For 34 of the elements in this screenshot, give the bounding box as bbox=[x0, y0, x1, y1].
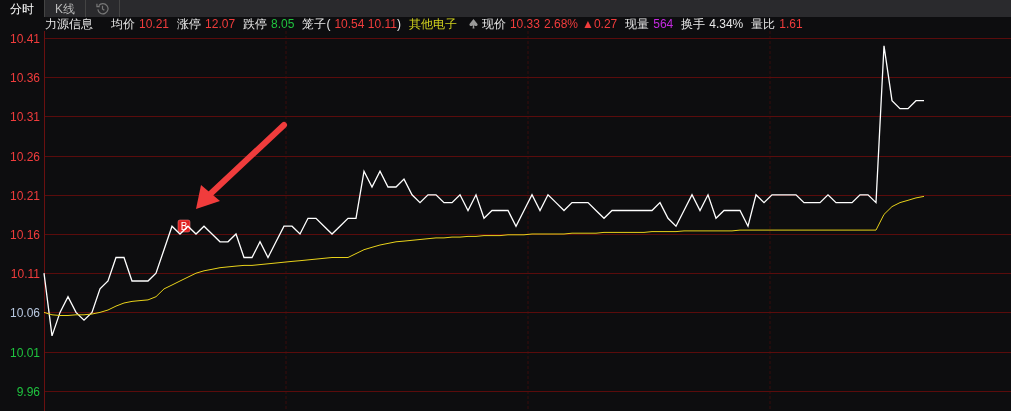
tab[interactable]: 分时 bbox=[0, 0, 45, 17]
field-label: 均价 bbox=[111, 16, 135, 33]
history-icon bbox=[96, 2, 109, 15]
field-value: 10.54 10.11 bbox=[334, 16, 397, 33]
axis-label: 10.31 bbox=[9, 109, 40, 124]
axis-label: 10.01 bbox=[9, 345, 40, 360]
field-value: 2.68% bbox=[543, 16, 578, 33]
axis-label: 10.06 bbox=[9, 305, 40, 320]
field-label: 现价 bbox=[481, 16, 506, 33]
field-value: 10.21 bbox=[139, 16, 170, 33]
field-label: 跌停 bbox=[243, 16, 268, 33]
field-label: 涨停 bbox=[177, 16, 202, 33]
field-value: 12.07 bbox=[205, 16, 236, 33]
field-label: 笼子( bbox=[302, 16, 331, 33]
field-label: 换手 bbox=[681, 16, 706, 33]
axis-label: 10.26 bbox=[9, 149, 40, 164]
field-value: 1.61 bbox=[779, 16, 803, 33]
field-label: 量比 bbox=[751, 16, 776, 33]
axis-label: 10.36 bbox=[9, 70, 40, 85]
axis-label: 10.16 bbox=[9, 227, 40, 242]
field-value: 10.33 bbox=[509, 16, 540, 33]
axis-label: 10.41 bbox=[9, 31, 40, 46]
field-value: 8.05 bbox=[271, 16, 295, 33]
field-label: 现量 bbox=[625, 16, 650, 33]
bracket-text: ) bbox=[396, 16, 401, 33]
stock-name: 力源信息 bbox=[45, 16, 93, 33]
axis-label: 10.21 bbox=[9, 188, 40, 203]
field-value: 4.34% bbox=[709, 16, 744, 33]
field-value: ▲0.27 bbox=[582, 16, 618, 33]
field-value: 564 bbox=[653, 16, 674, 33]
sector-name: 其他电子 bbox=[408, 16, 457, 33]
axis-label: 9.96 bbox=[16, 384, 40, 399]
spade-icon bbox=[468, 19, 478, 29]
axis-label: 10.11 bbox=[10, 266, 40, 281]
